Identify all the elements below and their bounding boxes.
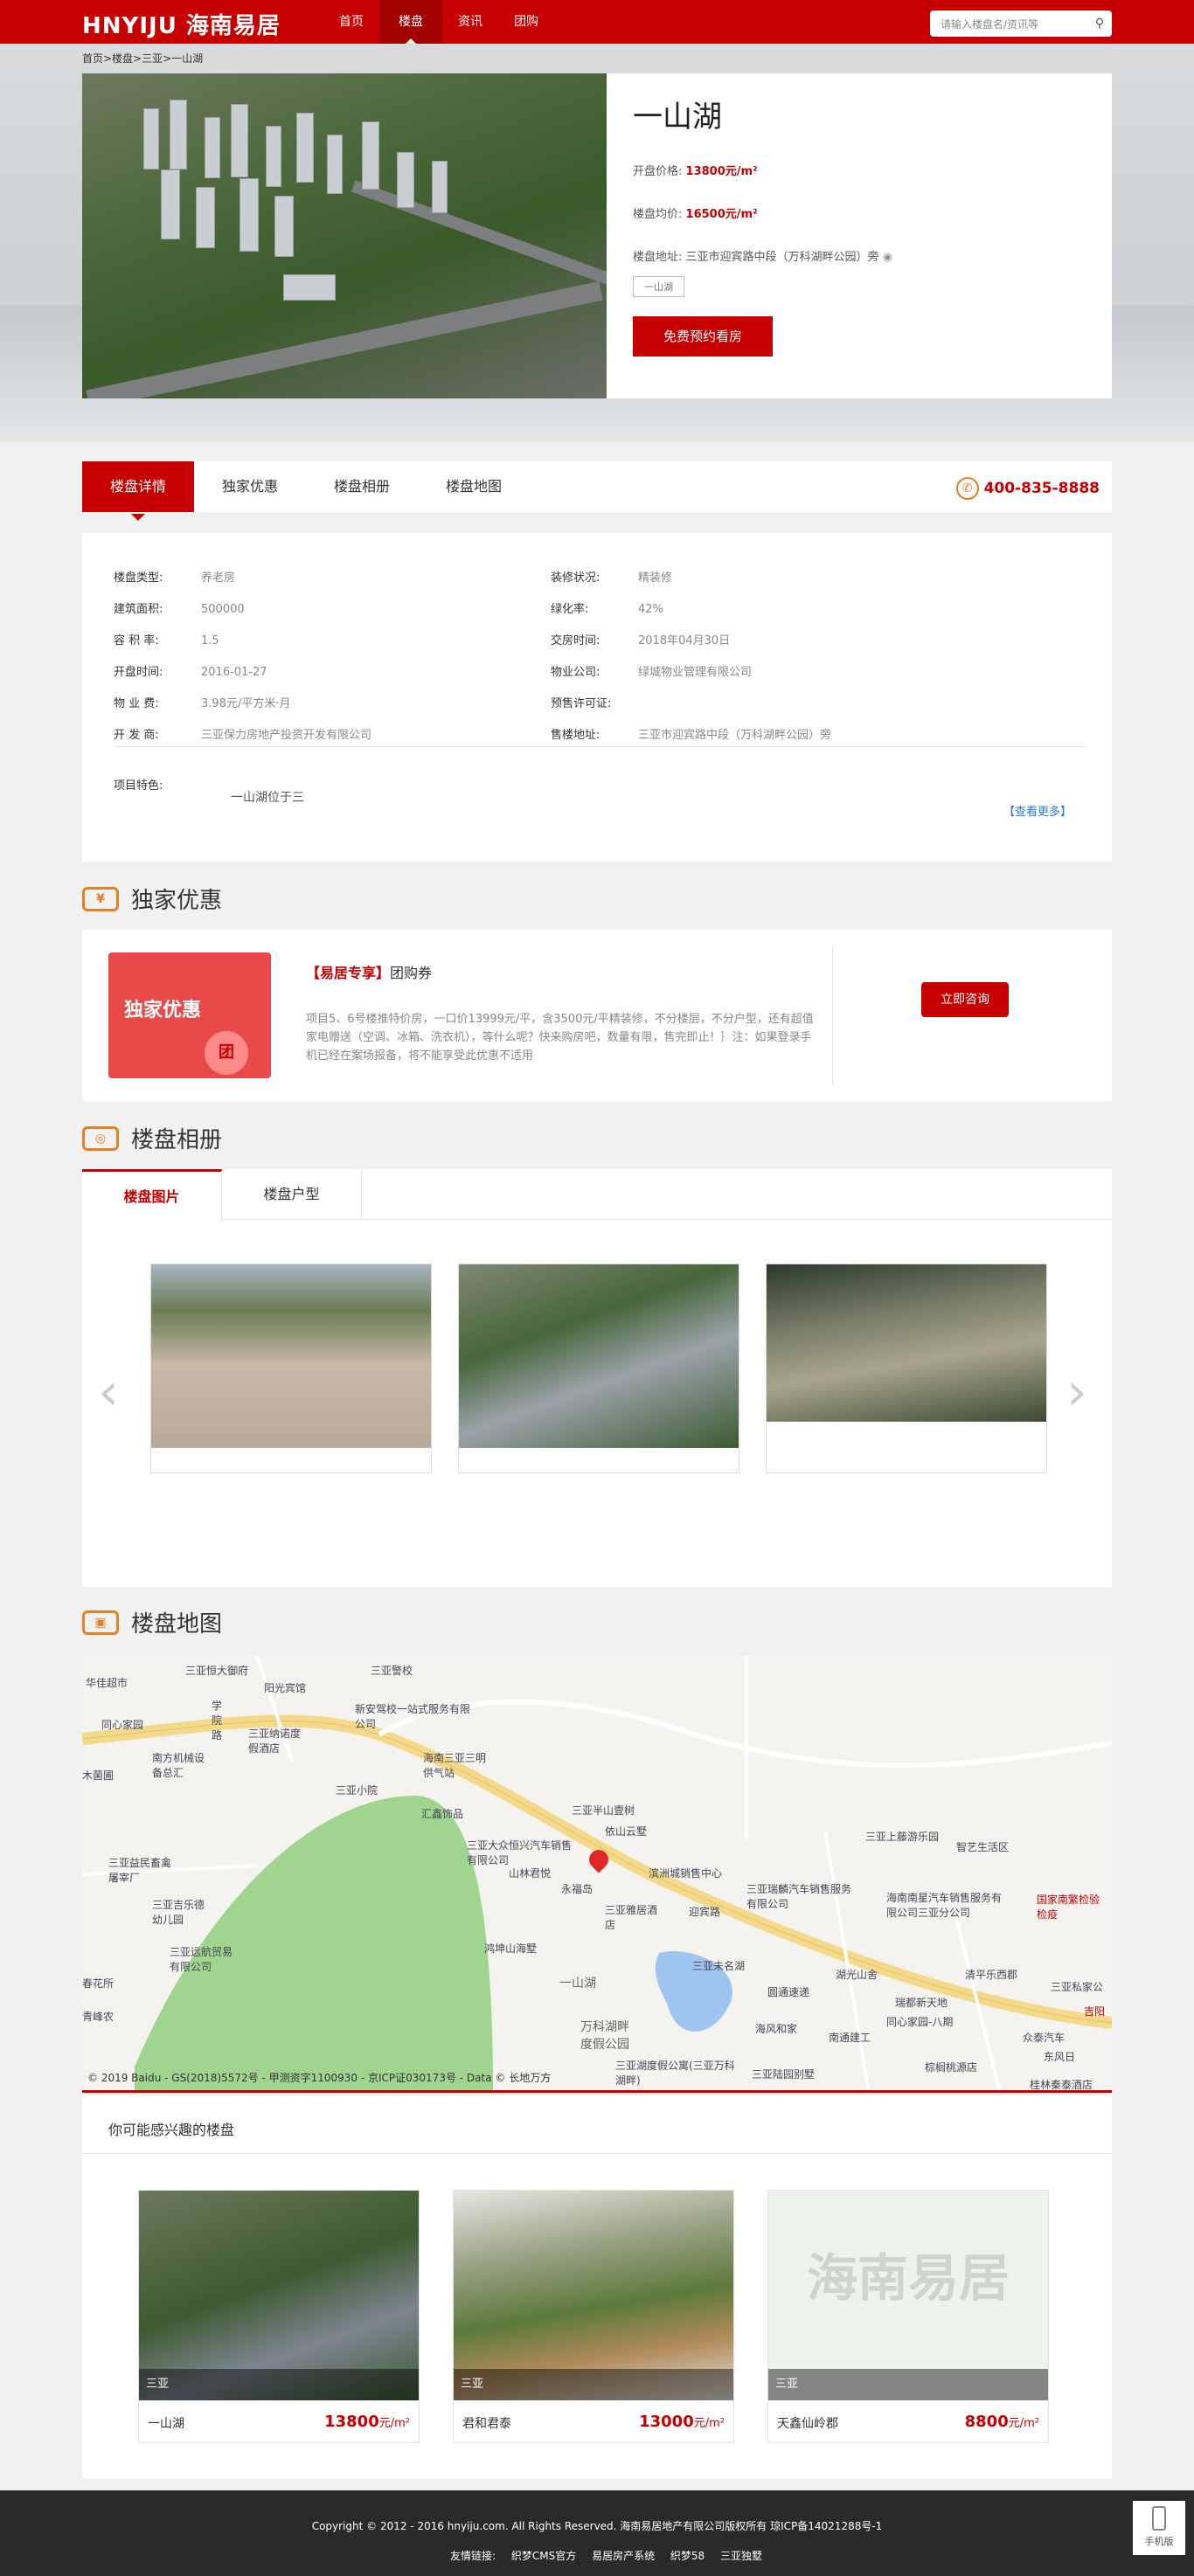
detail-panel: 楼盘类型: 养老房 建筑面积: 500000 容 积 率: 1.5 开盘时间: 2016… xyxy=(82,533,1112,862)
main-nav: 首页 楼盘 资讯 团购 xyxy=(323,0,554,44)
project-info: 一山湖 开盘价格: 13800元/m² 楼盘均价: 16500元/m² 楼盘地址… xyxy=(633,73,892,357)
nav-home[interactable]: 首页 xyxy=(323,0,379,44)
coupon-image: 独家优惠 团 xyxy=(108,952,271,1078)
detail-item: 绿化率: 42% xyxy=(551,603,663,616)
detail-item: 装修状况: 精装修 xyxy=(551,571,673,585)
tab-map[interactable]: 楼盘地图 xyxy=(418,461,530,512)
nav-news[interactable]: 资讯 xyxy=(442,0,498,44)
detail-item: 建筑面积: 500000 xyxy=(114,603,245,616)
project-tag[interactable]: 一山湖 xyxy=(633,276,684,297)
recommended-card[interactable]: 三亚 一山湖 13800元/m² xyxy=(138,2190,420,2443)
friend-links: 友情链接: 织梦CMS官方 易居房产系统 织梦58 三亚独墅 xyxy=(450,2550,763,2562)
detail-item: 物 业 费: 3.98元/平方米·月 xyxy=(114,697,291,710)
view-more-link[interactable]: 【查看更多】 xyxy=(1003,802,1072,819)
footer-copyright: Copyright © 2012 - 2016 hnyiju.com. All … xyxy=(311,2520,883,2532)
feature-label: 项目特色: xyxy=(114,779,163,793)
address-row: 楼盘地址: 三亚市迎宾路中段（万科湖畔公园）旁 ◉ xyxy=(633,251,893,264)
footer: Copyright © 2012 - 2016 hnyiju.com. All … xyxy=(0,2490,1194,2576)
coupon-icon: ¥ xyxy=(82,886,119,911)
recommended-card[interactable]: 海南易居 三亚 天鑫仙岭郡 8800元/m² xyxy=(767,2190,1049,2443)
breadcrumb[interactable]: 首页>楼盘>三亚>一山湖 xyxy=(82,51,203,66)
tab-album-floorplans[interactable]: 楼盘户型 xyxy=(222,1169,362,1220)
promo-panel: 独家优惠 团 【易居专享】团购券 项目5、6号楼推特价房，一口价13999元/平… xyxy=(82,930,1112,1101)
detail-item: 楼盘类型: 养老房 xyxy=(114,571,236,585)
album-photo[interactable] xyxy=(766,1264,1047,1473)
album-photo[interactable] xyxy=(150,1264,432,1473)
coupon-badge: 团 xyxy=(205,1031,248,1075)
avg-price-row: 楼盘均价: 16500元/m² xyxy=(633,208,758,221)
tab-album-photos[interactable]: 楼盘图片 xyxy=(82,1169,222,1221)
project-photo[interactable] xyxy=(82,73,607,398)
promo-title: 【易居专享】团购券 xyxy=(306,965,433,981)
address: 三亚市迎宾路中段（万科湖畔公园）旁 xyxy=(685,251,879,264)
site-logo[interactable]: HNYIJU 海南易居 xyxy=(82,8,281,40)
friend-link[interactable]: 织梦CMS官方 xyxy=(511,2550,576,2562)
friend-link[interactable]: 三亚独墅 xyxy=(720,2550,762,2562)
tab-details[interactable]: 楼盘详情 xyxy=(82,461,195,521)
consult-button[interactable]: 立即咨询 xyxy=(921,982,1009,1017)
avg-price: 16500元/m² xyxy=(685,208,758,221)
recommended-card[interactable]: 三亚 君和君泰 13000元/m² xyxy=(453,2190,734,2443)
book-visit-button[interactable]: 免费预约看房 xyxy=(633,316,773,357)
map-view[interactable]: 华佳超市 三亚恒大御府 阳光宾馆 三亚警校 学院路 新安驾校一站式服务有限公司 … xyxy=(82,1656,1112,2093)
nav-groupbuy[interactable]: 团购 xyxy=(498,0,554,44)
detail-item: 开 发 商: 三亚保力房地产投资开发有限公司 xyxy=(114,729,372,742)
detail-item: 交房时间: 2018年04月30日 xyxy=(551,634,731,647)
promo-description: 项目5、6号楼推特价房，一口价13999元/平，含3500元/平精装修，不分楼层… xyxy=(306,1013,814,1063)
feature-text: 一山湖位于三 xyxy=(231,791,304,805)
search-icon[interactable]: ⚲ xyxy=(1087,17,1112,31)
map-copyright: © 2019 Baidu - GS(2018)5572号 - 甲测资字11009… xyxy=(87,2072,552,2084)
location-pin-icon[interactable]: ◉ xyxy=(883,251,892,264)
detail-item: 开盘时间: 2016-01-27 xyxy=(114,666,267,679)
recommended-panel: 你可能感兴趣的楼盘 三亚 一山湖 13800元/m² 三亚 君和君泰 13000… xyxy=(82,2095,1112,2478)
album-heading: ◎ 楼盘相册 xyxy=(82,1122,222,1154)
phone-icon: ✆ xyxy=(955,477,979,500)
friend-link[interactable]: 易居房产系统 xyxy=(592,2550,655,2562)
project-title: 一山湖 xyxy=(633,100,722,135)
tab-album[interactable]: 楼盘相册 xyxy=(306,461,418,512)
album-photo[interactable] xyxy=(458,1264,739,1473)
hotline[interactable]: ✆ 400-835-8888 xyxy=(955,477,1100,500)
top-bar: HNYIJU 海南易居 首页 楼盘 资讯 团购 请输入楼盘名/资讯等 ⚲ xyxy=(0,0,1194,44)
camera-icon: ◎ xyxy=(82,1125,119,1151)
detail-item: 售楼地址: 三亚市迎宾路中段（万科湖畔公园）旁 xyxy=(551,729,832,742)
prev-arrow-icon[interactable]: ‹ xyxy=(98,1366,119,1418)
album-tabs: 楼盘图片 楼盘户型 xyxy=(82,1169,1112,1221)
album-panel: 楼盘图片 楼盘户型 ‹ › xyxy=(82,1169,1112,1587)
phone-device-icon xyxy=(1152,2506,1166,2531)
search-box[interactable]: 请输入楼盘名/资讯等 ⚲ xyxy=(930,10,1112,37)
coupon-text: 独家优惠 xyxy=(124,1000,202,1021)
recommended-title: 你可能感兴趣的楼盘 xyxy=(108,2122,235,2138)
nav-projects[interactable]: 楼盘 xyxy=(379,0,442,44)
detail-item: 物业公司: 绿城物业管理有限公司 xyxy=(551,666,753,679)
map-heading: ▣ 楼盘地图 xyxy=(82,1606,222,1638)
friend-link[interactable]: 织梦58 xyxy=(670,2550,705,2562)
detail-item: 容 积 率: 1.5 xyxy=(114,634,219,647)
detail-tabs: 楼盘详情 独家优惠 楼盘相册 楼盘地图 ✆ 400-835-8888 xyxy=(82,461,1112,521)
promo-heading: ¥ 独家优惠 xyxy=(82,883,222,915)
open-price: 13800元/m² xyxy=(685,165,758,178)
detail-item: 预售许可证: xyxy=(551,697,612,710)
next-arrow-icon[interactable]: › xyxy=(1066,1366,1087,1418)
tab-promo[interactable]: 独家优惠 xyxy=(194,461,306,512)
open-price-row: 开盘价格: 13800元/m² xyxy=(633,165,758,178)
project-card: 一山湖 开盘价格: 13800元/m² 楼盘均价: 16500元/m² 楼盘地址… xyxy=(82,73,1112,398)
bus-icon: ▣ xyxy=(82,1610,119,1635)
search-input[interactable]: 请输入楼盘名/资讯等 xyxy=(930,17,1087,31)
mobile-version-button[interactable]: 手机版 xyxy=(1133,2501,1185,2555)
